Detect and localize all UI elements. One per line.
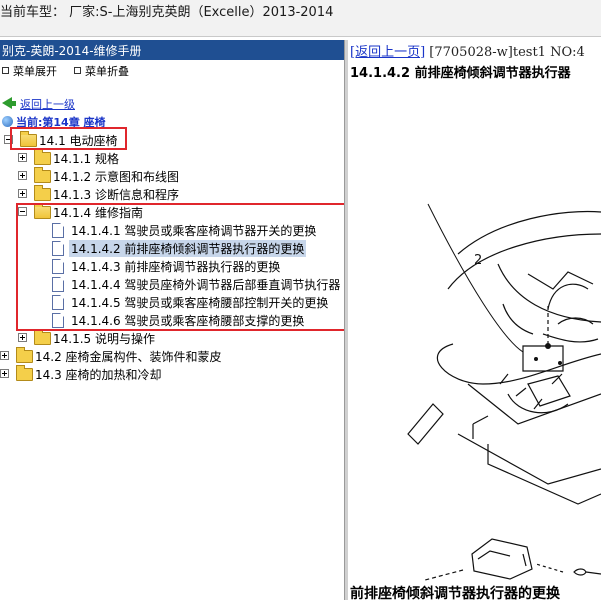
- expand-icon: [2, 67, 9, 74]
- collapse-icon: [74, 67, 81, 74]
- folder-icon: [34, 149, 51, 165]
- expand-menu-button[interactable]: 菜单展开: [2, 63, 57, 79]
- expand-toggle-icon[interactable]: [18, 153, 27, 162]
- manual-title: 别克-英朗-2014-维修手册: [2, 44, 142, 58]
- title-bar: 当前车型： 厂家:S-上海别克英朗（Excelle）2013-2014: [0, 0, 601, 37]
- expand-toggle-icon[interactable]: [18, 189, 27, 198]
- menu-bar: 菜单展开 菜单折叠: [0, 60, 344, 80]
- highlight-box-14-1-4: [16, 203, 344, 331]
- expand-toggle-icon[interactable]: [18, 171, 27, 180]
- folder-icon: [16, 365, 33, 381]
- document-code: [7705028-w]test1 NO:4: [429, 45, 585, 60]
- tree-panel: 别克-英朗-2014-维修手册 菜单展开 菜单折叠 返回上一级 当前:第14章 …: [0, 40, 344, 600]
- figure-caption: 前排座椅倾斜调节器执行器的更换: [350, 586, 560, 600]
- window-title: 当前车型： 厂家:S-上海别克英朗（Excelle）2013-2014: [0, 5, 334, 20]
- globe-icon: [2, 116, 13, 127]
- folder-icon: [34, 185, 51, 201]
- page-heading: 14.1.4.2 前排座椅倾斜调节器执行器: [350, 66, 571, 81]
- back-up-level-text[interactable]: 返回上一级: [20, 98, 75, 111]
- manual-header: 别克-英朗-2014-维修手册: [0, 40, 344, 60]
- folder-icon: [34, 167, 51, 183]
- highlight-box-14-1: [10, 127, 127, 150]
- expand-toggle-icon[interactable]: [18, 333, 27, 342]
- back-page-link[interactable]: [返回上一页]: [350, 45, 425, 60]
- collapse-menu-button[interactable]: 菜单折叠: [74, 63, 129, 79]
- folder-icon: [16, 347, 33, 363]
- back-up-level-link[interactable]: 返回上一级: [0, 96, 75, 112]
- expand-toggle-icon[interactable]: [0, 351, 9, 360]
- callout-2: 2: [474, 253, 482, 268]
- folder-icon: [34, 329, 51, 345]
- content-panel: [返回上一页] [7705028-w]test1 NO:4 14.1.4.2 前…: [348, 40, 601, 600]
- seat-actuator-illustration: 2 3: [407, 203, 601, 581]
- expand-toggle-icon[interactable]: [0, 369, 9, 378]
- content-nav: [返回上一页] [7705028-w]test1 NO:4: [350, 41, 585, 60]
